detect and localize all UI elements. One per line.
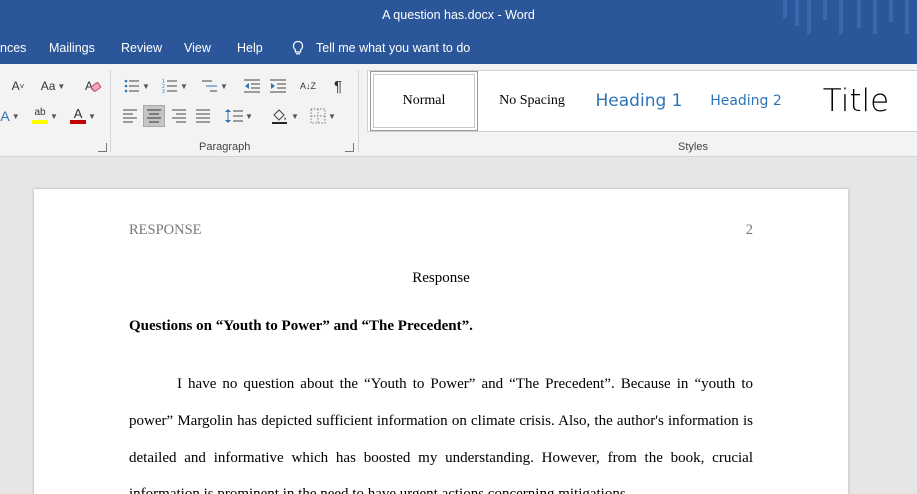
multilevel-list-icon (202, 80, 218, 92)
increase-indent-icon (270, 79, 286, 93)
eraser-icon: A (85, 79, 102, 93)
pilcrow-icon: ¶ (333, 77, 343, 95)
paragraph-group-label: Paragraph (199, 141, 251, 153)
style-normal[interactable]: Normal (370, 71, 478, 131)
highlight-button[interactable]: ab ▼ (28, 105, 62, 127)
bullet-list-icon (124, 79, 140, 93)
document-heading: Questions on “Youth to Power” and “The P… (129, 318, 473, 334)
highlighter-icon: ab (32, 108, 49, 124)
line-spacing-icon (225, 109, 244, 123)
borders-button[interactable]: ▼ (306, 105, 340, 127)
show-formatting-button[interactable]: ¶ (326, 75, 350, 97)
style-no-spacing[interactable]: No Spacing (480, 71, 584, 131)
page-number: 2 (745, 222, 753, 238)
line-spacing-button[interactable]: ▼ (222, 105, 256, 127)
align-left-icon (123, 109, 137, 123)
tab-view[interactable]: View (184, 41, 211, 55)
increase-indent-button[interactable] (266, 75, 290, 97)
align-center-button[interactable] (143, 105, 165, 127)
body-paragraph: I have no question about the “Youth to P… (129, 376, 753, 494)
ribbon-tabs: nces Mailings Review View Help Tell me w… (0, 34, 917, 64)
lightbulb-icon (292, 40, 304, 55)
tab-help[interactable]: Help (237, 41, 263, 55)
decrease-indent-button[interactable] (240, 75, 264, 97)
tab-references[interactable]: nces (0, 41, 26, 55)
sort-button[interactable]: A↓Z (296, 75, 320, 97)
multilevel-list-button[interactable]: ▼ (198, 75, 232, 97)
paragraph-dialog-launcher[interactable] (345, 143, 354, 152)
text-effects-button[interactable]: A ▼ (0, 105, 20, 127)
document-title: Response (412, 270, 470, 286)
align-center-icon (147, 109, 161, 123)
shading-button[interactable]: ▼ (268, 105, 302, 127)
document-page[interactable]: RESPONSE 2 Response Questions on “Youth … (34, 189, 848, 494)
change-case-button[interactable]: Aa ▼ (36, 75, 70, 97)
decrease-indent-icon (244, 79, 260, 93)
justify-icon (196, 109, 210, 123)
text-effects-icon: A (0, 108, 10, 124)
tell-me-search[interactable]: Tell me what you want to do (290, 40, 470, 56)
change-case-icon: Aa (40, 79, 56, 93)
align-right-icon (172, 109, 186, 123)
title-bar-decoration (777, 0, 917, 34)
styles-group-label: Styles (678, 141, 708, 153)
numbered-list-icon: 123 (162, 79, 178, 94)
tab-mailings[interactable]: Mailings (49, 41, 95, 55)
style-title[interactable]: Title (800, 71, 912, 131)
font-color-button[interactable]: A ▼ (66, 105, 100, 127)
styles-gallery: Normal No Spacing Heading 1 Heading 2 Ti… (367, 70, 917, 132)
tab-review[interactable]: Review (121, 41, 162, 55)
borders-icon (310, 108, 326, 124)
title-bar: A question has.docx - Word (0, 0, 917, 34)
group-separator (110, 70, 111, 152)
sort-icon: A↓Z (299, 80, 316, 91)
bullets-button[interactable]: ▼ (120, 75, 154, 97)
style-heading-1[interactable]: Heading 1 (586, 71, 692, 131)
clear-formatting-button[interactable]: A (82, 75, 104, 97)
paint-bucket-icon (272, 109, 288, 124)
font-size-icon: A (11, 79, 20, 93)
font-dialog-launcher[interactable] (98, 143, 107, 152)
svg-text:3: 3 (162, 89, 165, 94)
align-right-button[interactable] (167, 105, 191, 127)
justify-button[interactable] (191, 105, 215, 127)
running-head: RESPONSE (129, 222, 202, 238)
font-color-icon: A (70, 107, 87, 124)
style-heading-2[interactable]: Heading 2 (696, 71, 796, 131)
tell-me-label: Tell me what you want to do (316, 41, 471, 55)
align-left-button[interactable] (118, 105, 142, 127)
shrink-font-button[interactable]: A ˅ (8, 75, 28, 97)
group-separator (358, 70, 359, 152)
numbering-button[interactable]: 123 ▼ (158, 75, 192, 97)
